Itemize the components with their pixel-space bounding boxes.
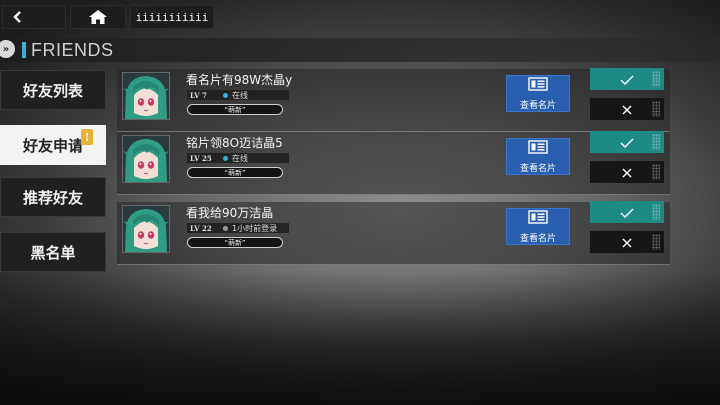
offline-dot-icon — [223, 225, 228, 231]
username: 看我给90万洁晶 — [186, 206, 274, 220]
accept-button[interactable] — [590, 131, 664, 153]
tab-label: 好友列表 — [22, 81, 83, 100]
last-login-status: 1小时前登录 — [232, 223, 278, 233]
background-shade — [0, 270, 720, 405]
back-button[interactable] — [2, 5, 66, 29]
friend-request-row: 看名片有98W杰晶y LV 7 在线 “萌新” 查看名片 — [117, 68, 670, 132]
accept-button[interactable] — [590, 201, 664, 223]
view-card-button[interactable]: 查看名片 — [506, 208, 570, 245]
avatar[interactable] — [122, 205, 170, 253]
menu-label: iiiiiiiiiii — [135, 10, 209, 24]
id-card-icon — [528, 139, 548, 158]
grip-dots-icon — [652, 164, 660, 180]
check-icon — [620, 70, 634, 89]
id-card-icon — [528, 209, 548, 228]
view-card-label: 查看名片 — [519, 164, 556, 174]
reject-button[interactable] — [590, 98, 664, 120]
back-arrow-icon — [11, 10, 25, 24]
avatar[interactable] — [122, 135, 170, 183]
level-status-bar: LV 22 1小时前登录 — [187, 223, 289, 233]
check-icon — [620, 133, 634, 152]
tab-blacklist[interactable]: 黑名单 — [0, 232, 106, 272]
title-tag: “萌新” — [187, 167, 283, 178]
online-dot-icon — [223, 155, 228, 161]
id-card-icon — [528, 76, 548, 95]
close-icon — [622, 100, 632, 119]
home-button[interactable] — [70, 5, 126, 29]
top-bar: iiiiiiiiiii — [0, 0, 720, 35]
online-status: 在线 — [232, 90, 248, 100]
view-card-button[interactable]: 查看名片 — [506, 75, 570, 112]
level-label: LV 25 — [190, 153, 212, 163]
view-card-button[interactable]: 查看名片 — [506, 138, 570, 175]
level-status-bar: LV 25 在线 — [187, 153, 289, 163]
avatar[interactable] — [122, 72, 170, 120]
tab-label: 推荐好友 — [22, 188, 83, 207]
grip-dots-icon — [652, 234, 660, 250]
friend-request-row: 看我给90万洁晶 LV 22 1小时前登录 “萌新” 查看名片 — [117, 201, 670, 265]
view-card-label: 查看名片 — [519, 234, 556, 244]
username: 铭片领8O迈诘晶5 — [186, 136, 283, 150]
header-accent-bar — [22, 42, 26, 58]
title-tag: “萌新” — [187, 104, 283, 115]
friend-request-row: 铭片领8O迈诘晶5 LV 25 在线 “萌新” 查看名片 — [117, 131, 670, 195]
level-label: LV 22 — [190, 223, 212, 233]
tab-label: 好友申请 — [22, 136, 83, 155]
check-icon — [620, 203, 634, 222]
title-tag: “萌新” — [187, 237, 283, 248]
username: 看名片有98W杰晶y — [186, 73, 293, 87]
level-label: LV 7 — [190, 90, 207, 100]
grip-dots-icon — [652, 204, 660, 220]
reject-button[interactable] — [590, 161, 664, 183]
tab-recommended-friends[interactable]: 推荐好友 — [0, 177, 106, 217]
accept-button[interactable] — [590, 68, 664, 90]
online-dot-icon — [223, 92, 228, 98]
tab-friend-requests[interactable]: 好友申请 ! — [0, 125, 106, 165]
online-status: 在线 — [232, 153, 248, 163]
close-icon — [622, 233, 632, 252]
grip-dots-icon — [652, 101, 660, 117]
close-icon — [622, 163, 632, 182]
notification-badge: ! — [81, 129, 93, 145]
grip-dots-icon — [652, 71, 660, 87]
page-title: FRIENDS — [31, 40, 114, 60]
reject-button[interactable] — [590, 231, 664, 253]
level-status-bar: LV 7 在线 — [187, 90, 289, 100]
home-icon — [88, 9, 108, 25]
tab-label: 黑名单 — [30, 243, 76, 262]
menu-button[interactable]: iiiiiiiiiii — [130, 5, 214, 29]
tab-friend-list[interactable]: 好友列表 — [0, 70, 106, 110]
view-card-label: 查看名片 — [519, 101, 556, 111]
grip-dots-icon — [652, 134, 660, 150]
